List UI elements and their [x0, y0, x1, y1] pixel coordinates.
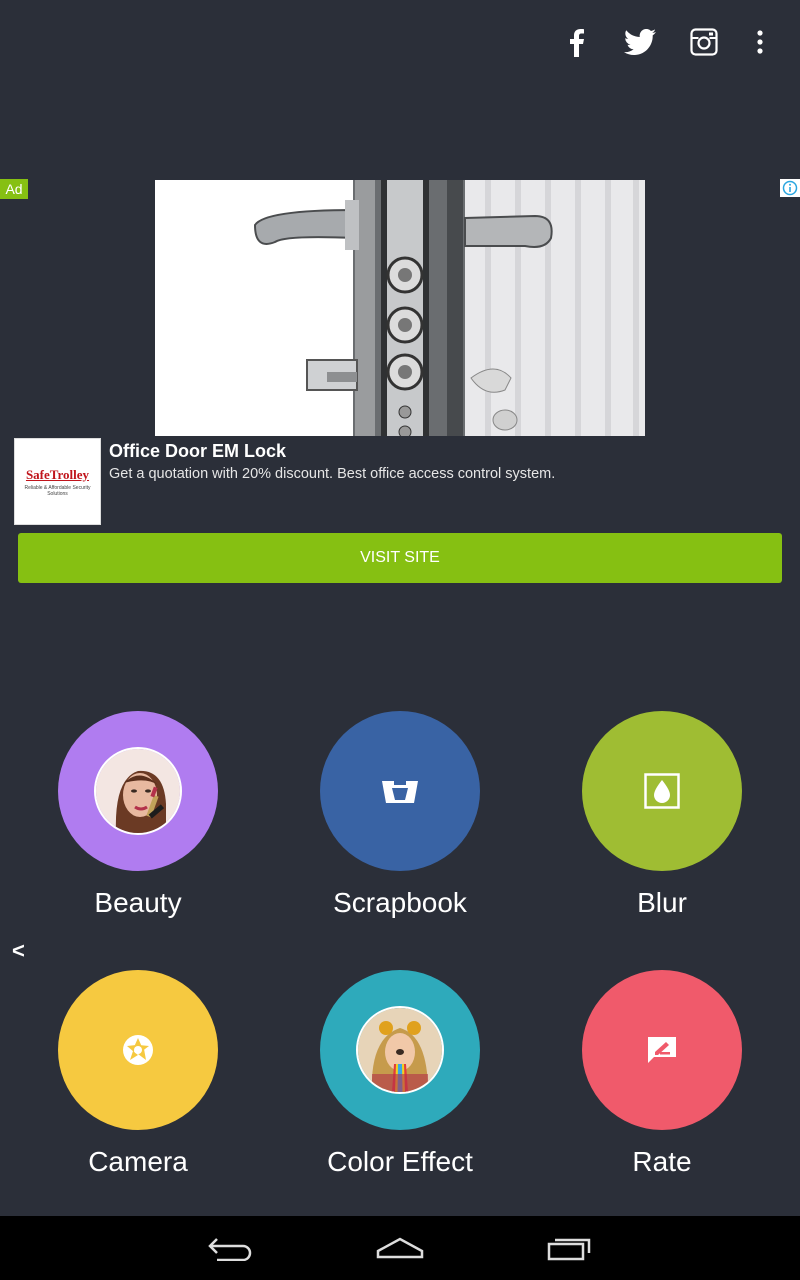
camera-tile[interactable]: Camera — [38, 970, 238, 1200]
ad-description: Get a quotation with 20% discount. Best … — [109, 466, 556, 482]
back-icon[interactable] — [200, 1228, 260, 1268]
camera-shutter-icon — [123, 1035, 153, 1065]
ad-info-icon[interactable] — [780, 179, 800, 197]
rate-circle[interactable] — [582, 970, 742, 1130]
beauty-label: Beauty — [94, 887, 182, 918]
rate-label: Rate — [632, 1146, 692, 1177]
ad-image[interactable] — [155, 180, 645, 436]
visit-site-button[interactable]: VISIT SITE — [18, 533, 782, 583]
color-effect-circle[interactable] — [320, 970, 480, 1130]
home-screen: Ad SafeTrolley Reliable & Affordable Sec… — [0, 0, 800, 1280]
beauty-tile[interactable]: Beauty — [38, 711, 238, 941]
rate-tile[interactable]: Rate — [562, 970, 762, 1200]
camera-circle[interactable] — [58, 970, 218, 1130]
color-effect-label: Color Effect — [327, 1146, 473, 1177]
ad-logo-subtext: Reliable & Affordable Security Solutions — [24, 484, 91, 497]
door-lock-illustration — [253, 180, 645, 436]
navigation-bar — [0, 1216, 800, 1280]
color-effect-photo-icon — [356, 1006, 444, 1094]
blur-label: Blur — [637, 887, 687, 918]
beauty-circle[interactable] — [58, 711, 218, 871]
previous-page-arrow[interactable]: < — [12, 938, 25, 964]
camera-label: Camera — [88, 1146, 188, 1177]
facebook-icon[interactable] — [556, 22, 596, 62]
scrapbook-circle[interactable] — [320, 711, 480, 871]
scrapbook-icon — [382, 781, 418, 803]
rate-feedback-icon — [648, 1037, 676, 1063]
home-icon[interactable] — [370, 1228, 430, 1268]
blur-drop-icon — [644, 773, 680, 809]
recent-apps-icon[interactable] — [540, 1228, 600, 1268]
more-vert-icon[interactable] — [740, 22, 780, 62]
blur-tile[interactable]: Blur — [562, 711, 762, 941]
scrapbook-label: Scrapbook — [333, 887, 467, 918]
color-effect-tile[interactable]: Color Effect — [300, 970, 500, 1200]
ad-logo-text: SafeTrolley — [25, 466, 90, 482]
blur-circle[interactable] — [582, 711, 742, 871]
beauty-photo-icon — [94, 747, 182, 835]
twitter-icon[interactable] — [620, 22, 660, 62]
instagram-icon[interactable] — [684, 22, 724, 62]
ad-logo[interactable]: SafeTrolley Reliable & Affordable Securi… — [14, 438, 101, 525]
ad-badge: Ad — [0, 179, 28, 199]
ad-title[interactable]: Office Door EM Lock — [109, 441, 286, 462]
scrapbook-tile[interactable]: Scrapbook — [300, 711, 500, 941]
